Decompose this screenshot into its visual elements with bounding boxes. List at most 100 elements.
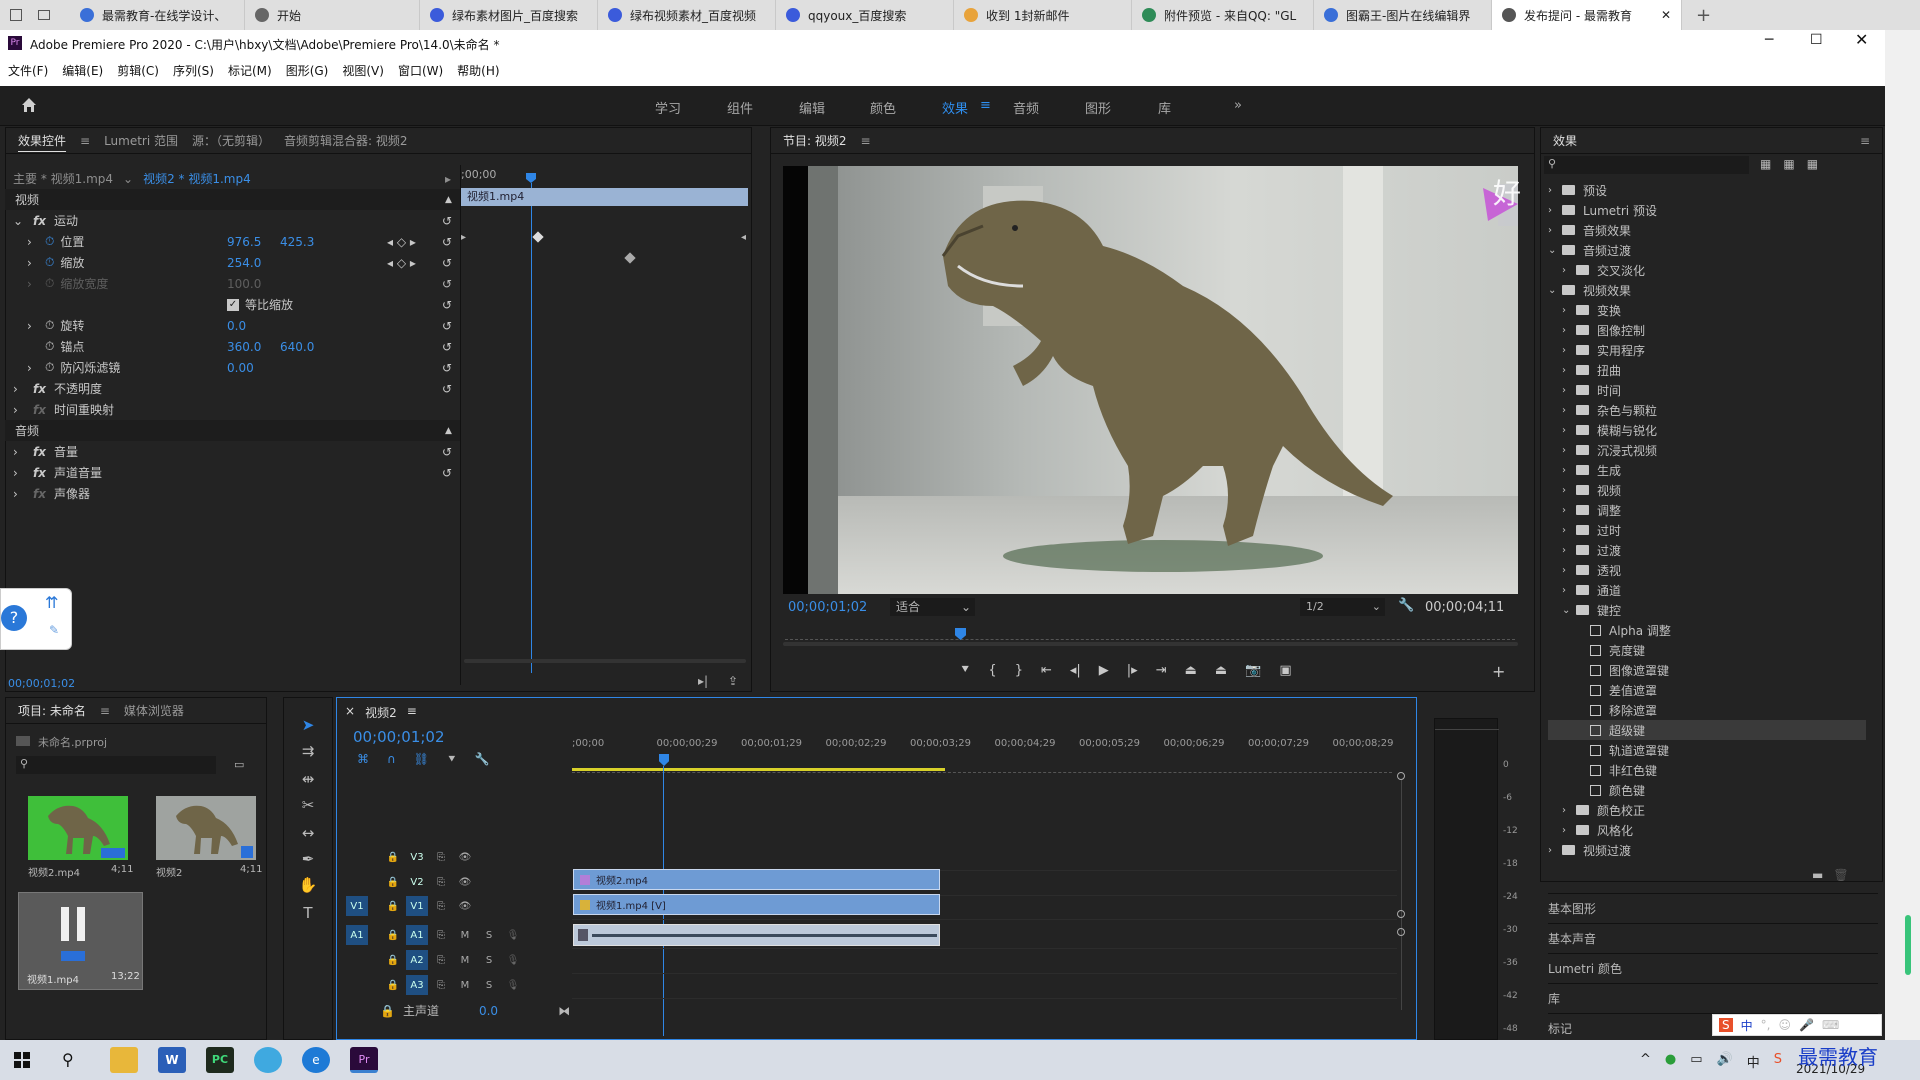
workspace-tab[interactable]: 学习	[655, 98, 681, 117]
expand-arrow-icon[interactable]: ›	[1562, 465, 1576, 476]
master-clip-label[interactable]: 主要 * 视频1.mp4	[13, 170, 113, 187]
uniform-scale-checkbox[interactable]: ✓	[227, 298, 239, 311]
expand-arrow-icon[interactable]: ›	[1562, 805, 1576, 816]
new-tab-button[interactable]: +	[1682, 5, 1725, 26]
expand-arrow-icon[interactable]: ›	[1562, 825, 1576, 836]
program-zoom-bar[interactable]	[783, 642, 1518, 646]
effects-tree-item[interactable]: › 通道	[1548, 580, 1621, 600]
effects-tree-item[interactable]: 图像遮罩键	[1548, 660, 1669, 680]
browser-tab[interactable]: 发布提问 - 最需教育 ✕	[1492, 0, 1682, 30]
word-icon[interactable]: W	[158, 1047, 186, 1073]
effects-tree-item[interactable]: › 过时	[1548, 520, 1621, 540]
expand-arrow-icon[interactable]: ›	[1562, 505, 1576, 516]
mute-button[interactable]: M	[454, 925, 476, 945]
opacity-row[interactable]: › fx 不透明度 ↺	[5, 378, 460, 399]
search-icon[interactable]: ⚲	[62, 1050, 74, 1069]
thumb-video1-mp4[interactable]: 视频1.mp4 13;22	[18, 892, 143, 990]
workspace-more-button[interactable]: »	[1234, 98, 1242, 113]
expand-arrow-icon[interactable]: ›	[1548, 225, 1562, 236]
effects-tree-item[interactable]: 非红色键	[1548, 760, 1657, 780]
mic-icon[interactable]: 🎙	[502, 975, 524, 995]
browser-tab[interactable]: 绿布素材图片_百度搜索	[420, 0, 598, 30]
effects-tree-item[interactable]: 超级键	[1548, 720, 1866, 740]
ie-icon[interactable]	[254, 1047, 282, 1073]
menu-item[interactable]: 文件(F)	[8, 62, 48, 79]
effects-tree-item[interactable]: › 实用程序	[1548, 340, 1645, 360]
expand-arrow-icon[interactable]: ›	[1562, 565, 1576, 576]
effects-tree-item[interactable]: › 扭曲	[1548, 360, 1621, 380]
clip-video2-v2[interactable]: 视频2.mp4	[573, 869, 940, 890]
wrench-icon[interactable]: 🔧	[1398, 598, 1414, 613]
scroll-handle[interactable]	[1397, 910, 1405, 918]
effects-tree-item[interactable]: 差值遮罩	[1548, 680, 1657, 700]
expand-arrow-icon[interactable]: ›	[1562, 485, 1576, 496]
expand-arrow-icon[interactable]: ›	[1562, 385, 1576, 396]
mark-in-icon[interactable]: {	[988, 663, 996, 683]
expand-arrow-icon[interactable]: ›	[1562, 365, 1576, 376]
goto-out-icon[interactable]: ⇥	[1156, 663, 1167, 683]
position-x-value[interactable]: 976.5	[227, 235, 261, 249]
position-y-value[interactable]: 425.3	[280, 235, 314, 249]
expand-arrow-icon[interactable]: ⌄	[1562, 605, 1576, 616]
effects-tree-item[interactable]: ⌄ 键控	[1548, 600, 1621, 620]
browser-tab[interactable]: 图霸王-图片在线编辑界	[1314, 0, 1492, 30]
ime-toolbar[interactable]: S 中 °, ☺ 🎤 ⌨	[1712, 1014, 1882, 1036]
effects-tree-item[interactable]: › 图像控制	[1548, 320, 1645, 340]
add-button-icon[interactable]: +	[1492, 662, 1505, 681]
sync-lock-icon[interactable]: ⎘	[430, 872, 452, 892]
menu-item[interactable]: 图形(G)	[286, 62, 329, 79]
dropdown-icon[interactable]: ⌄	[123, 172, 133, 186]
workspace-tab[interactable]: 图形	[1085, 98, 1111, 117]
clip-audio-a1[interactable]	[573, 924, 940, 946]
timeline-settings-icon[interactable]: 🔧	[475, 752, 490, 767]
play-icon[interactable]: ▶	[1099, 663, 1109, 683]
track-target-button[interactable]: A2	[406, 950, 428, 970]
workspace-tab[interactable]: 效果	[942, 98, 968, 117]
source-patch-button[interactable]: V1	[346, 896, 368, 916]
workspace-tab[interactable]: 组件	[727, 98, 753, 117]
32bit-effects-icon[interactable]: ▦	[1783, 157, 1794, 171]
mic-icon[interactable]: 🎙	[502, 925, 524, 945]
effects-tree-item[interactable]: › 过渡	[1548, 540, 1621, 560]
collapsed-panel-header[interactable]: 基本图形	[1548, 893, 1878, 919]
effects-tree-item[interactable]: 亮度键	[1548, 640, 1645, 660]
tab-audio-clip-mixer[interactable]: 音频剪辑混合器: 视频2	[284, 132, 408, 149]
new-folder-icon[interactable]: ▬	[1812, 868, 1823, 882]
position-row[interactable]: › ⏱ 位置 976.5 425.3 ◂ ◇ ▸ ↺	[5, 231, 460, 252]
back-tab-icon[interactable]	[38, 10, 50, 20]
help-icon[interactable]: ?	[1, 605, 27, 631]
time-remap-row[interactable]: › fx 时间重映射	[5, 399, 460, 420]
menu-item[interactable]: 窗口(W)	[398, 62, 443, 79]
sync-lock-icon[interactable]: ⎘	[430, 925, 452, 945]
compare-icon[interactable]: ▣	[1279, 663, 1291, 683]
expand-arrow-icon[interactable]: ›	[1548, 205, 1562, 216]
workspace-menu-icon[interactable]: ≡	[980, 98, 991, 113]
tab-lumetri-scopes[interactable]: Lumetri 范围	[104, 132, 178, 149]
track-target-button[interactable]: A3	[406, 975, 428, 995]
expand-arrow-icon[interactable]: ›	[1562, 445, 1576, 456]
camera-icon[interactable]: 📷	[1245, 663, 1261, 683]
browser-tab[interactable]: 最需教育-在线学设计、	[70, 0, 245, 30]
maximize-button[interactable]: ☐	[1810, 32, 1823, 48]
type-tool-icon[interactable]: T	[298, 904, 318, 924]
effects-tree-item[interactable]: ⌄ 视频效果	[1548, 280, 1631, 300]
panner-row[interactable]: › fx 声像器	[5, 483, 460, 504]
program-timecode[interactable]: 00;00;01;02	[788, 600, 867, 615]
razor-tool-icon[interactable]: ✂	[298, 796, 318, 816]
vertical-scroll-track[interactable]	[1401, 780, 1402, 1010]
close-tab-icon[interactable]: ✕	[1661, 8, 1671, 22]
channel-volume-row[interactable]: › fx 声道音量 ↺	[5, 462, 460, 483]
keyframe-diamond[interactable]	[624, 252, 636, 264]
expand-arrow-icon[interactable]: ›	[1562, 425, 1576, 436]
effects-tree-item[interactable]: 移除遮罩	[1548, 700, 1657, 720]
delete-icon[interactable]: 🗑	[1833, 868, 1848, 882]
hand-tool-icon[interactable]: ✋	[298, 876, 318, 896]
effects-tree-item[interactable]: 轨道遮罩键	[1548, 740, 1669, 760]
keyframe-area[interactable]: ;00;00 视频1.mp4 ▸ ◂	[460, 165, 750, 685]
panel-menu-icon[interactable]: ≡	[1860, 134, 1870, 148]
minimize-button[interactable]: ─	[1765, 32, 1773, 48]
browser-tab[interactable]: 附件预览 - 来自QQ: "GL	[1132, 0, 1314, 30]
collapse-up-icon[interactable]: ⇈	[45, 593, 58, 612]
accelerated-effects-icon[interactable]: ▦	[1760, 157, 1771, 171]
lock-icon[interactable]: 🔒	[382, 847, 404, 867]
